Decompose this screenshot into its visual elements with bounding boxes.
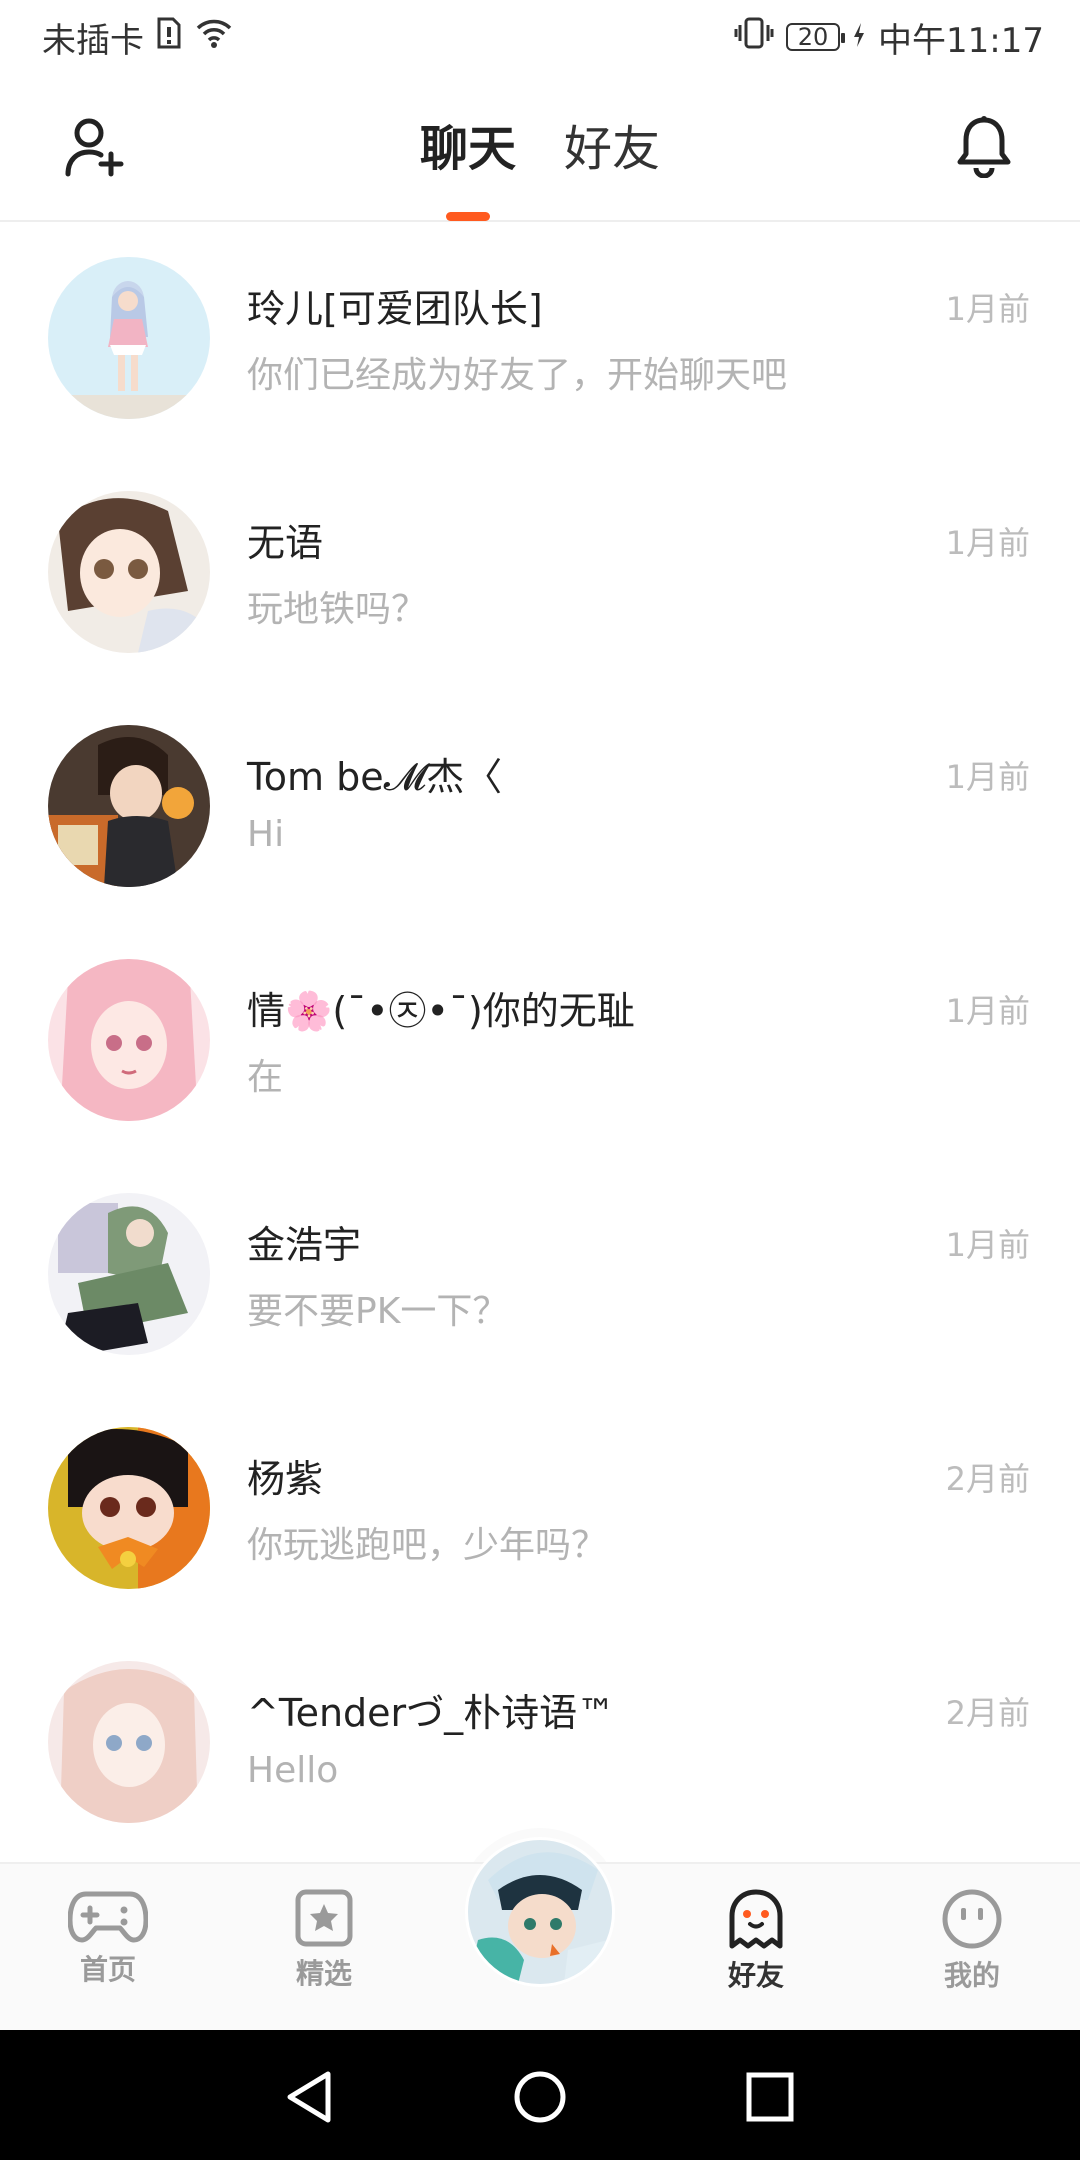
nav-friends[interactable]: 好友: [696, 1888, 816, 1996]
home-icon[interactable]: [514, 2070, 566, 2124]
chat-name: 情🌸(¯•㉨•¯)你的无耻: [247, 989, 635, 1033]
avatar[interactable]: [48, 959, 210, 1121]
tab-friends-label: 好友: [564, 121, 661, 177]
chat-name: 玲儿[可爱团队长]: [247, 287, 543, 331]
chat-name: 无语: [247, 521, 324, 565]
chat-time: 1月前: [945, 524, 1030, 562]
top-header: 聊天 好友: [0, 74, 1080, 222]
tab-chat[interactable]: 聊天: [419, 109, 516, 221]
status-left: 未插卡: [42, 13, 234, 62]
chat-name: 杨紫: [247, 1457, 324, 1501]
chat-name: ^Tenderづ_朴诗语™: [247, 1691, 616, 1735]
chat-last-message: 在: [247, 1057, 284, 1098]
smiley-icon: [942, 1889, 1002, 1949]
bell-icon[interactable]: [954, 114, 1014, 178]
gamepad-icon: [68, 1891, 148, 1943]
nav-featured-label: 精选: [295, 1957, 352, 1990]
chat-last-message: Hello: [247, 1750, 339, 1791]
system-nav-bar: [0, 2030, 1080, 2160]
sim-icon: [156, 17, 182, 58]
chat-item[interactable]: ^Tenderづ_朴诗语™ Hello 2月前: [0, 1626, 1080, 1860]
wifi-icon: [194, 17, 234, 58]
avatar[interactable]: [48, 257, 210, 419]
recents-icon[interactable]: [744, 2070, 796, 2124]
avatar[interactable]: [48, 725, 210, 887]
chat-last-message: 你们已经成为好友了，开始聊天吧: [247, 355, 788, 396]
chat-last-message: Hi: [247, 814, 285, 855]
chat-name: 金浩宇: [247, 1223, 362, 1267]
avatar[interactable]: [48, 491, 210, 653]
vibrate-icon: [734, 16, 774, 59]
carrier-label: 未插卡: [42, 20, 144, 61]
chat-item[interactable]: 无语 玩地铁吗？ 1月前: [0, 456, 1080, 690]
tab-friends[interactable]: 好友: [564, 109, 660, 187]
avatar[interactable]: [48, 1661, 210, 1823]
chat-time: 1月前: [945, 290, 1030, 328]
nav-home[interactable]: 首页: [48, 1888, 168, 1988]
charging-icon: [852, 17, 866, 57]
chat-time: 1月前: [945, 1226, 1030, 1264]
nav-featured[interactable]: 精选: [264, 1888, 384, 1992]
nav-home-label: 首页: [79, 1953, 136, 1986]
status-bar: 未插卡 20 中午11:17: [0, 0, 1080, 74]
chat-last-message: 你玩逃跑吧，少年吗？: [247, 1525, 608, 1566]
header-tabs: 聊天 好友: [0, 74, 1080, 222]
chat-item[interactable]: Tom be𝓜杰〈 Hi 1月前: [0, 690, 1080, 924]
center-avatar-button[interactable]: [468, 1840, 612, 1984]
chat-item[interactable]: 玲儿[可爱团队长] 你们已经成为好友了，开始聊天吧 1月前: [0, 222, 1080, 456]
chat-item[interactable]: 杨紫 你玩逃跑吧，少年吗？ 2月前: [0, 1392, 1080, 1626]
clock: 中午11:17: [878, 20, 1044, 61]
battery-indicator: 20: [786, 23, 846, 51]
ghost-icon: [729, 1889, 783, 1949]
avatar[interactable]: [48, 1193, 210, 1355]
chat-list: 玲儿[可爱团队长] 你们已经成为好友了，开始聊天吧 1月前 无语 玩地铁吗？ 1…: [0, 222, 1080, 1860]
chat-item[interactable]: 情🌸(¯•㉨•¯)你的无耻 在 1月前: [0, 924, 1080, 1158]
star-card-icon: [295, 1889, 353, 1947]
chat-time: 1月前: [945, 992, 1030, 1030]
active-tab-indicator: [445, 212, 490, 221]
nav-me[interactable]: 我的: [912, 1888, 1032, 1994]
chat-item[interactable]: 金浩宇 要不要PK一下？ 1月前: [0, 1158, 1080, 1392]
chat-time: 2月前: [945, 1694, 1030, 1732]
chat-last-message: 要不要PK一下？: [247, 1291, 509, 1332]
chat-time: 2月前: [945, 1460, 1030, 1498]
nav-friends-label: 好友: [721, 1954, 791, 1996]
chat-last-message: 玩地铁吗？: [247, 589, 428, 630]
tab-chat-label: 聊天: [419, 121, 516, 177]
status-right: 20 中午11:17: [734, 13, 1044, 62]
chat-time: 1月前: [945, 758, 1030, 796]
avatar[interactable]: [48, 1427, 210, 1589]
nav-me-label: 我的: [943, 1959, 1000, 1992]
chat-name: Tom be𝓜杰〈: [247, 755, 503, 799]
back-icon[interactable]: [284, 2070, 334, 2124]
